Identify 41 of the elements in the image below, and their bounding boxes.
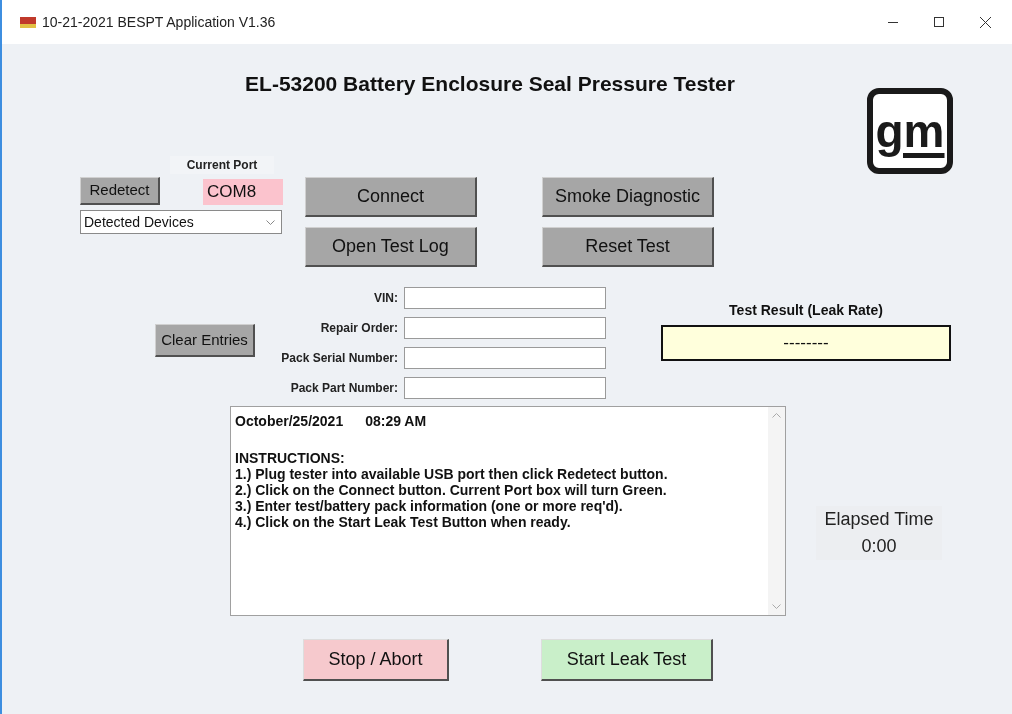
field-label: Pack Part Number:: [289, 380, 398, 397]
field-label: Pack Serial Number:: [280, 350, 398, 367]
elapsed-time-label: Elapsed Time: [824, 508, 934, 531]
input-field[interactable]: [404, 287, 606, 309]
chevron-down-icon: [772, 604, 781, 609]
devices-dropdown[interactable]: Detected Devices: [80, 210, 282, 234]
clear-entries-button[interactable]: Clear Entries: [155, 324, 255, 357]
log-date: October/25/2021: [235, 412, 344, 431]
test-result-label: Test Result (Leak Rate): [728, 301, 884, 320]
log-line: 1.) Plug tester into available USB port then click Redetect button.: [235, 466, 669, 482]
action-button[interactable]: Connect: [305, 177, 477, 217]
input-field[interactable]: [404, 377, 606, 399]
maximize-icon: [934, 17, 944, 27]
minimize-icon: [888, 21, 898, 23]
input-field[interactable]: [404, 317, 606, 339]
log-line: INSTRUCTIONS:: [235, 450, 346, 466]
field-label: VIN:: [373, 290, 398, 307]
input-field[interactable]: [404, 347, 606, 369]
action-button[interactable]: Open Test Log: [305, 227, 477, 267]
elapsed-time-value: 0:00: [861, 535, 897, 558]
start-button[interactable]: Start Leak Test: [541, 639, 713, 681]
action-button[interactable]: Smoke Diagnostic: [542, 177, 714, 217]
chevron-up-icon: [772, 413, 781, 418]
redetect-button[interactable]: Redetect: [80, 177, 160, 205]
app-heading: EL-53200 Battery Enclosure Seal Pressure Tester: [245, 72, 735, 95]
field-label: Repair Order:: [319, 320, 398, 337]
log-line: 2.) Click on the Connect button. Current Port box will turn Green.: [235, 482, 668, 498]
log-line: 3.) Enter test/battery pack information (one or more req'd).: [235, 498, 624, 514]
log-line: 4.) Click on the Start Leak Test Button when ready.: [235, 514, 572, 530]
window-title: 10-21-2021 BESPT Application V1.36: [42, 12, 276, 32]
scrollbar[interactable]: [768, 407, 785, 615]
current-port-label: Current Port: [170, 156, 274, 174]
app-icon: [20, 16, 36, 28]
chevron-down-icon: [266, 219, 275, 225]
stop-button[interactable]: Stop / Abort: [303, 639, 449, 681]
current-port-field: COM8: [203, 179, 283, 205]
close-icon: [979, 16, 991, 28]
logo: gm: [867, 88, 953, 174]
log-time: 08:29 AM: [365, 412, 427, 431]
test-result-display: --------: [661, 325, 951, 361]
action-button[interactable]: Reset Test: [542, 227, 714, 267]
